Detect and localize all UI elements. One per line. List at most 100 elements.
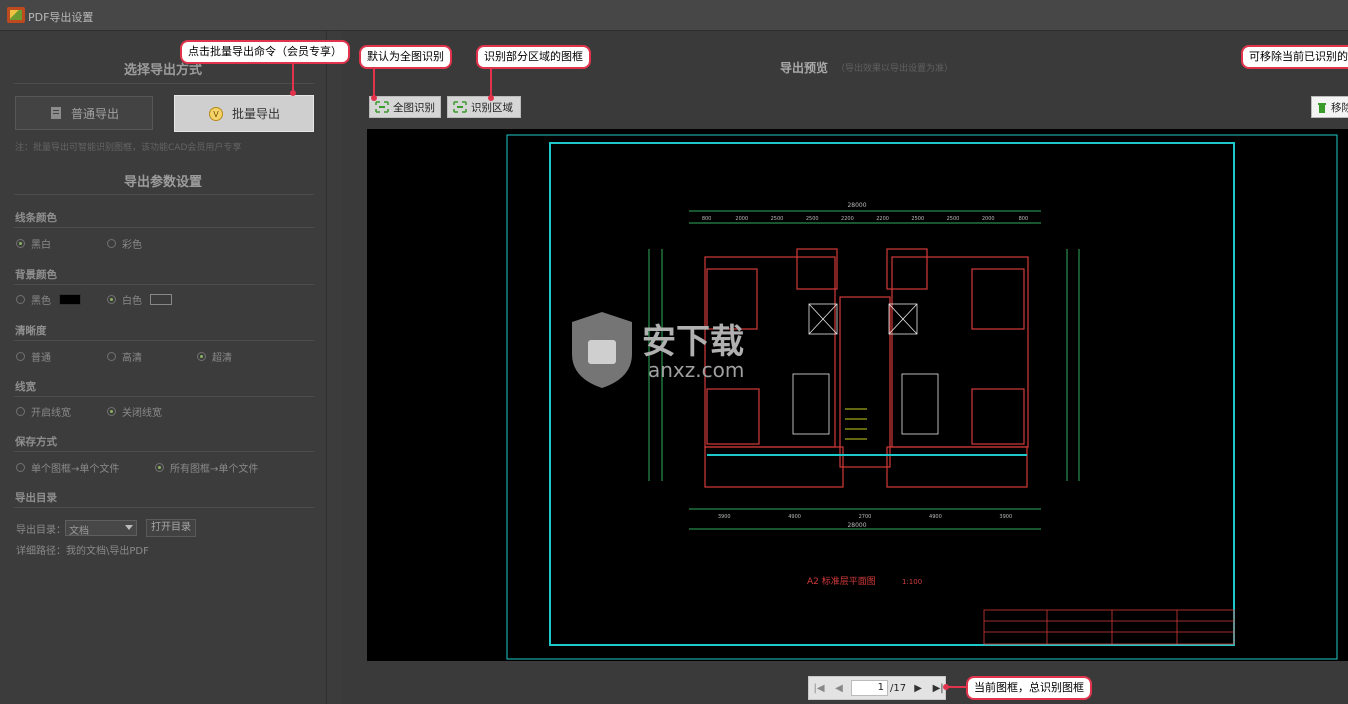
export-path: 详细路径：我的文档\导出PDF [16, 546, 149, 557]
first-page-icon[interactable]: |◀ [813, 683, 825, 694]
dimension-label: 4900 [929, 514, 942, 520]
export-dir-select[interactable]: 文档 [65, 520, 137, 537]
bottom-dimension: 28000 [847, 522, 866, 529]
divider [14, 194, 314, 195]
bg-black-radio[interactable]: 黑色 [16, 292, 81, 307]
clarity-normal-radio[interactable]: 普通 [16, 349, 51, 364]
dimension-label: 2000 [735, 216, 748, 222]
radio-icon [107, 407, 116, 416]
dimension-label: 2500 [806, 216, 819, 222]
callout-stem [292, 64, 294, 92]
member-note: 注：批量导出可智能识别图框，该功能CAD会员用户专享 [15, 143, 242, 153]
divider [14, 340, 314, 341]
save-all-radio[interactable]: 所有图框→单个文件 [155, 460, 258, 475]
option-label: 开启线宽 [31, 408, 71, 419]
settings-panel: 选择导出方式 普通导出 V 批量导出 注：批量导出可智能识别图框，该功能CAD会… [0, 31, 327, 704]
remove-button[interactable]: 移除 [1311, 96, 1348, 118]
region-recognize-button[interactable]: 识别区域 [447, 96, 521, 118]
params-title: 导出参数设置 [123, 175, 202, 190]
divider [14, 396, 314, 397]
dimension-label: 800 [1019, 216, 1029, 222]
option-label: 高清 [122, 353, 142, 364]
radio-icon [16, 463, 25, 472]
line-width-title: 线宽 [15, 381, 36, 393]
radio-icon [16, 239, 25, 248]
callout-region: 识别部分区域的图框 [476, 45, 591, 69]
divider [14, 451, 314, 452]
callout-dot [943, 684, 949, 690]
callout-pager: 当前图框，总识别图框 [966, 676, 1092, 700]
option-label: 彩色 [122, 240, 142, 251]
batch-export-label: 批量导出 [231, 107, 280, 121]
callout-batch: 点击批量导出命令（会员专享） [180, 40, 350, 64]
radio-icon [16, 407, 25, 416]
callout-remove: 可移除当前已识别的 [1241, 45, 1348, 69]
page-total: /17 [890, 682, 907, 694]
radio-icon [107, 239, 116, 248]
export-dir-title: 导出目录 [15, 492, 57, 504]
title-bar: PDF导出设置 [0, 0, 1348, 31]
batch-export-button[interactable]: V 批量导出 [174, 95, 314, 132]
radio-icon [16, 295, 25, 304]
normal-export-button[interactable]: 普通导出 [15, 96, 153, 130]
option-label: 超清 [212, 353, 232, 364]
save-single-radio[interactable]: 单个图框→单个文件 [16, 460, 119, 475]
line-width-off-radio[interactable]: 关闭线宽 [107, 404, 162, 419]
chevron-down-icon [125, 525, 133, 530]
option-label: 单个图框→单个文件 [31, 464, 120, 475]
clarity-title: 清晰度 [15, 325, 47, 337]
dimension-label: 3900 [718, 514, 731, 520]
page-input[interactable]: 1 [851, 680, 888, 696]
dimension-label: 2000 [982, 216, 995, 222]
normal-export-label: 普通导出 [70, 106, 119, 121]
page-navigator: |◀ ◀ 1 /17 ▶ ▶| [808, 676, 946, 700]
frame-icon [375, 101, 389, 113]
drawing-scale: 1:100 [902, 578, 922, 586]
bg-white-radio[interactable]: 白色 [107, 292, 172, 307]
clarity-hd-radio[interactable]: 高清 [107, 349, 142, 364]
open-dir-button[interactable]: 打开目录 [146, 519, 196, 537]
drawing-preview-canvas[interactable]: 28000 28000 A2 标准层平面图 1:100 800 2000 2500 2… [367, 129, 1348, 661]
prev-page-icon[interactable]: ◀ [833, 683, 845, 694]
watermark: 安下载 anxz.com [566, 310, 796, 393]
svg-text:V: V [213, 110, 219, 119]
next-page-icon[interactable]: ▶ [912, 683, 924, 694]
save-mode-title: 保存方式 [15, 436, 57, 448]
line-color-bw-radio[interactable]: 黑白 [16, 236, 51, 251]
cad-drawing: 28000 28000 A2 标准层平面图 1:100 800 2000 2500 2… [506, 134, 1338, 660]
callout-full: 默认为全图识别 [359, 45, 452, 69]
dimension-label: 800 [702, 216, 712, 222]
option-label: 黑白 [31, 240, 51, 251]
radio-icon [197, 352, 206, 361]
option-label: 所有图框→单个文件 [170, 464, 259, 475]
white-swatch [150, 294, 172, 305]
export-dir-label: 导出目录： [16, 525, 66, 536]
divider [14, 227, 314, 228]
full-recognize-button[interactable]: 全图识别 [369, 96, 441, 118]
callout-dot [488, 95, 494, 101]
option-label: 白色 [122, 296, 142, 307]
trash-icon [1318, 102, 1326, 113]
window-title: PDF导出设置 [28, 11, 94, 24]
clarity-uhd-radio[interactable]: 超清 [197, 349, 232, 364]
top-dimension: 28000 [847, 202, 866, 209]
full-recognize-label: 全图识别 [393, 101, 435, 114]
dimension-label: 3900 [999, 514, 1012, 520]
dimension-label: 2200 [876, 216, 889, 222]
callout-dot [290, 90, 296, 96]
vip-badge-icon: V [208, 106, 223, 121]
line-width-on-radio[interactable]: 开启线宽 [16, 404, 71, 419]
callout-dot [371, 95, 377, 101]
frame-icon [453, 101, 467, 113]
callout-stem [373, 69, 375, 97]
app-logo-icon [7, 7, 25, 23]
line-color-color-radio[interactable]: 彩色 [107, 236, 142, 251]
line-color-title: 线条颜色 [15, 212, 57, 224]
divider [14, 284, 314, 285]
dimension-label: 2700 [859, 514, 872, 520]
dimension-label: 4900 [788, 514, 801, 520]
remove-label: 移除 [1331, 101, 1348, 114]
bg-color-title: 背景颜色 [15, 269, 57, 281]
option-label: 黑色 [31, 296, 51, 307]
dimension-label: 2500 [911, 216, 924, 222]
